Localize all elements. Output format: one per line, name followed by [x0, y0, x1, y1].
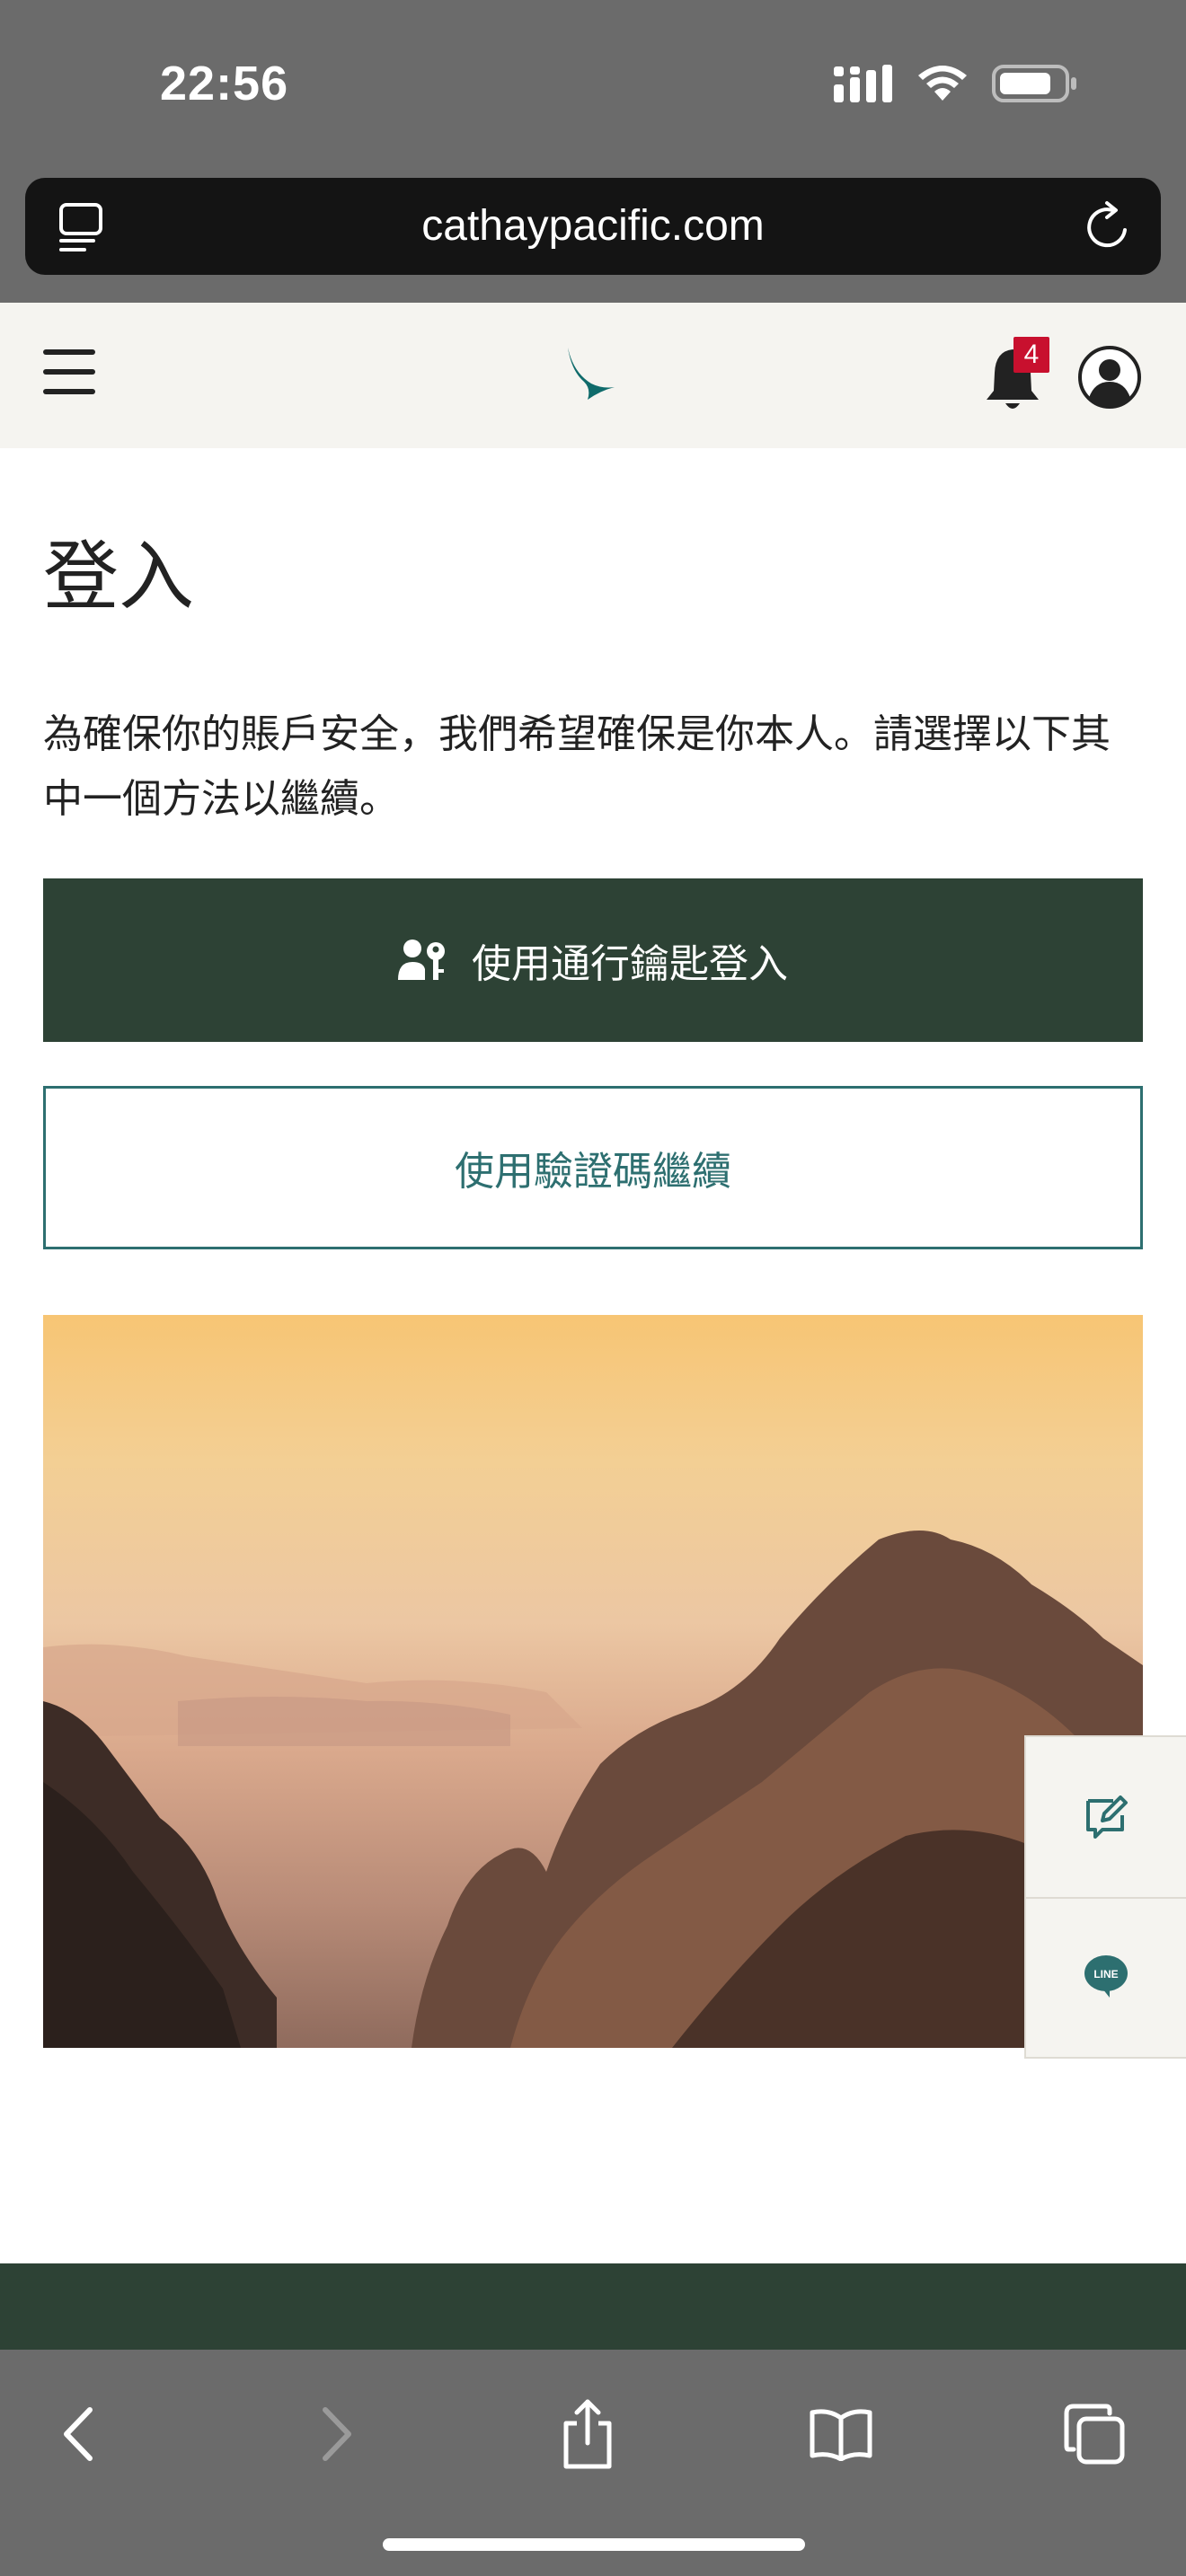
passkey-login-button[interactable]: 使用通行鑰匙登入	[43, 878, 1143, 1042]
status-time: 22:56	[160, 57, 289, 110]
status-icons	[834, 61, 1078, 106]
browser-top-chrome: 22:56 cathaypacific.com	[0, 0, 1186, 303]
intro-text: 為確保你的賬戶安全，我們希望確保是你本人。請選擇以下其中一個方法以繼續。	[43, 711, 1111, 822]
share-icon	[563, 2399, 612, 2469]
footer-band	[0, 2263, 1186, 2350]
account-icon[interactable]	[1076, 344, 1143, 410]
mountain-landscape	[43, 1531, 1143, 2048]
forward-button[interactable]	[302, 2398, 374, 2470]
feedback-icon	[1086, 1795, 1128, 1839]
passkey-icon	[398, 940, 445, 980]
verification-code-button[interactable]: 使用驗證碼繼續	[43, 1086, 1143, 1249]
tabs-button[interactable]	[1058, 2398, 1130, 2470]
battery-icon	[992, 65, 1076, 102]
share-button[interactable]	[552, 2398, 624, 2470]
line-label: LINE	[1093, 1968, 1118, 1981]
url-text[interactable]: cathaypacific.com	[25, 201, 1161, 251]
bookmarks-icon	[810, 2409, 872, 2461]
home-indicator[interactable]	[383, 2538, 805, 2551]
page-title: 登入	[43, 533, 195, 621]
tabs-icon	[1064, 2404, 1125, 2465]
code-button-label: 使用驗證碼繼續	[455, 1149, 731, 1195]
notification-badge: 4	[1013, 337, 1049, 373]
cathay-logo[interactable]	[564, 346, 618, 401]
hamburger-icon[interactable]	[43, 349, 95, 400]
reload-icon[interactable]	[1084, 199, 1134, 253]
back-icon	[64, 2407, 93, 2461]
cellular-signal-icon	[834, 65, 892, 102]
back-button[interactable]	[41, 2398, 113, 2470]
feedback-button[interactable]	[1026, 1737, 1186, 1899]
address-bar[interactable]: cathaypacific.com	[25, 178, 1161, 275]
site-header: 4	[0, 303, 1186, 448]
line-chat-button[interactable]: LINE	[1026, 1897, 1186, 2057]
bookmarks-button[interactable]	[805, 2398, 877, 2470]
line-chat-icon: LINE	[1084, 1955, 1128, 1998]
passkey-button-label: 使用通行鑰匙登入	[472, 941, 788, 987]
wifi-icon	[918, 66, 967, 101]
hero-image-mountains	[43, 1315, 1143, 2048]
forward-icon	[323, 2407, 351, 2461]
side-widget: LINE	[1024, 1735, 1186, 2059]
